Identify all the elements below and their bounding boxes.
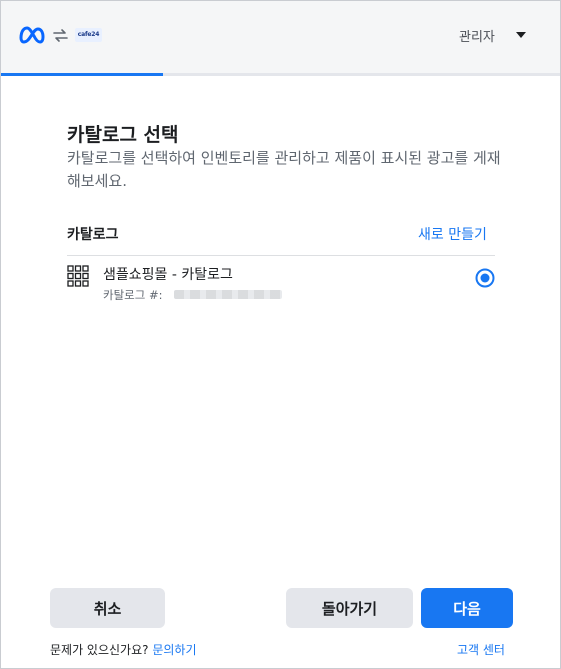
header-bar: cafe24 관리자 [1,1,560,73]
section-divider [67,255,495,256]
page-description: 카탈로그를 선택하여 인벤토리를 관리하고 제품이 표시된 광고를 게재해보세요… [67,149,501,190]
catalog-id-label: 카탈로그 #: [103,288,163,302]
page-title: 카탈로그 선택 [67,124,179,146]
meta-logo-icon [19,26,45,44]
create-new-catalog-link[interactable]: 새로 만들기 [418,224,487,244]
partner-logo: cafe24 [75,28,102,42]
swap-arrows-icon [53,29,68,42]
back-button[interactable]: 돌아가기 [286,588,413,628]
grid-icon [67,265,89,287]
contact-us-link[interactable]: 문의하기 [152,643,196,657]
next-button[interactable]: 다음 [421,588,513,628]
catalog-list-item[interactable]: 샘플쇼핑몰 - 카탈로그 카탈로그 #: [67,263,497,305]
help-question: 문제가 있으신가요? [50,643,149,657]
help-center-link[interactable]: 고객 센터 [457,641,505,658]
help-row: 문제가 있으신가요? 문의하기 [50,641,197,658]
dialog-window: cafe24 관리자 카탈로그 선택 카탈로그를 선택하여 인벤토리를 관리하고… [0,0,561,669]
account-name[interactable]: 관리자 [459,26,495,45]
cancel-button[interactable]: 취소 [50,588,165,628]
catalog-section-label: 카탈로그 [67,227,119,243]
radio-selected-icon[interactable] [475,268,495,288]
caret-down-icon[interactable] [515,31,527,39]
catalog-id-redacted [174,290,282,299]
catalog-name: 샘플쇼핑몰 - 카탈로그 [103,267,233,283]
progress-bar [1,73,560,76]
progress-fill [1,73,164,76]
